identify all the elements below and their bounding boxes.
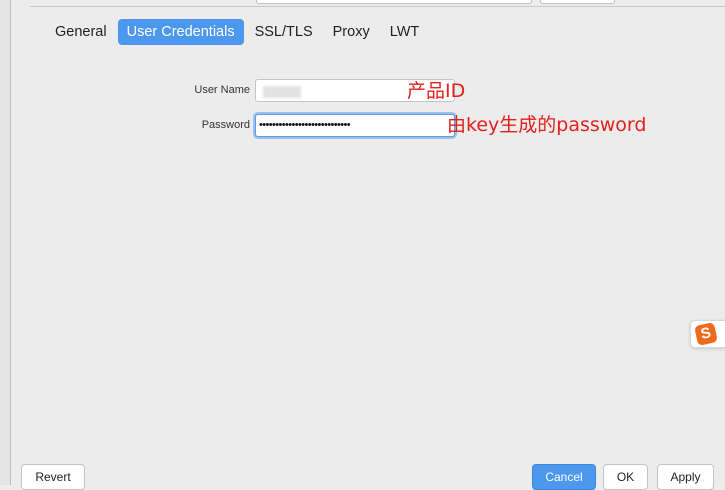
apply-button[interactable]: Apply bbox=[657, 464, 714, 490]
revert-button[interactable]: Revert bbox=[21, 464, 85, 490]
annotation-product-id: 产品ID bbox=[407, 80, 466, 102]
top-field-partial[interactable] bbox=[256, 0, 532, 4]
redacted-username bbox=[263, 86, 301, 98]
sogou-ime-icon: S bbox=[694, 322, 718, 346]
tab-general[interactable]: General bbox=[46, 19, 116, 45]
top-field-partial-2[interactable] bbox=[540, 0, 615, 4]
window-left-border bbox=[0, 0, 11, 485]
tab-user-credentials[interactable]: User Credentials bbox=[117, 19, 244, 45]
tab-bar: General User Credentials SSL/TLS Proxy L… bbox=[46, 19, 430, 45]
ime-indicator[interactable]: S bbox=[690, 320, 725, 348]
annotation-password-note: 由key生成的password bbox=[447, 114, 647, 136]
top-divider bbox=[30, 6, 725, 7]
username-label: User Name bbox=[194, 84, 250, 96]
tab-proxy[interactable]: Proxy bbox=[324, 19, 379, 45]
password-input[interactable]: •••••••••••••••••••••••••••• bbox=[255, 114, 455, 137]
tab-ssl-tls[interactable]: SSL/TLS bbox=[246, 19, 322, 45]
cancel-button[interactable]: Cancel bbox=[532, 464, 596, 490]
tab-lwt[interactable]: LWT bbox=[381, 19, 429, 45]
password-label: Password bbox=[201, 119, 250, 131]
ok-button[interactable]: OK bbox=[603, 464, 648, 490]
